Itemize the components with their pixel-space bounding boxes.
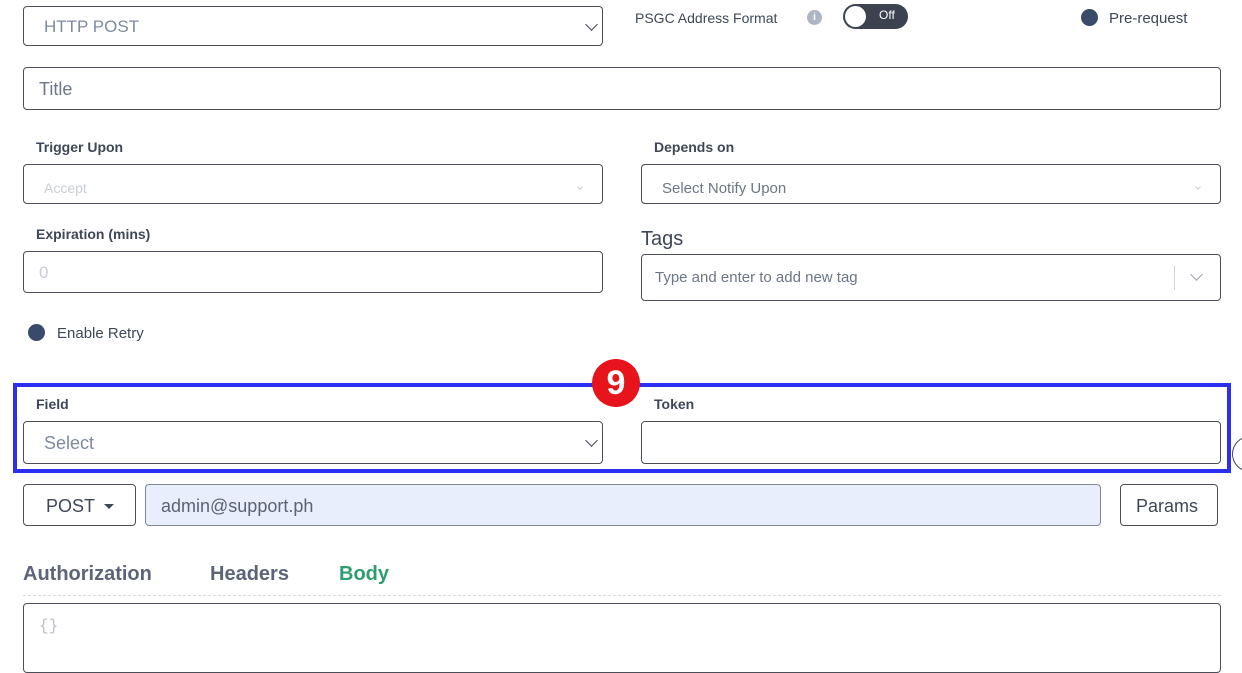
- trigger-upon-value: Accept: [44, 180, 87, 196]
- title-input[interactable]: Title: [23, 67, 1221, 110]
- request-method-value: POST: [46, 496, 96, 516]
- params-label: Params: [1136, 496, 1199, 516]
- title-placeholder: Title: [39, 79, 73, 99]
- toggle-state-label: Off: [879, 8, 895, 22]
- depends-on-value: Select Notify Upon: [662, 180, 787, 197]
- params-button[interactable]: Params: [1120, 484, 1218, 526]
- callout-badge: 9: [592, 359, 640, 407]
- tab-body[interactable]: Body: [339, 563, 389, 586]
- tab-authorization[interactable]: Authorization: [23, 563, 152, 586]
- depends-on-label: Depends on: [654, 139, 735, 155]
- tags-placeholder: Type and enter to add new tag: [655, 269, 858, 286]
- http-method-value: HTTP POST: [44, 17, 140, 36]
- token-input[interactable]: [641, 421, 1221, 464]
- pre-request-label: Pre-request: [1109, 10, 1188, 27]
- tags-input[interactable]: Type and enter to add new tag: [641, 254, 1221, 301]
- pre-request-radio[interactable]: [1081, 9, 1098, 26]
- request-url-value: admin@support.ph: [161, 496, 314, 516]
- info-icon: i: [807, 10, 822, 25]
- tags-label: Tags: [641, 228, 684, 250]
- chevron-down-icon[interactable]: [1190, 268, 1203, 281]
- tabs-divider: [23, 595, 1221, 596]
- field-label: Field: [36, 396, 69, 412]
- body-editor-content: {}: [39, 617, 59, 635]
- expiration-placeholder: 0: [39, 263, 49, 282]
- field-select-value: Select: [44, 433, 95, 453]
- tab-headers[interactable]: Headers: [210, 563, 289, 586]
- chevron-down-icon: [585, 18, 598, 31]
- http-method-select[interactable]: HTTP POST: [23, 6, 603, 46]
- request-url-input[interactable]: admin@support.ph: [145, 484, 1101, 526]
- chevron-down-icon: [1195, 184, 1201, 190]
- trigger-upon-select[interactable]: Accept: [23, 164, 603, 204]
- toggle-knob: [845, 6, 866, 27]
- depends-on-select[interactable]: Select Notify Upon: [641, 164, 1221, 204]
- field-select[interactable]: Select: [23, 421, 603, 464]
- tags-separator: [1174, 266, 1175, 290]
- chevron-down-icon: [585, 434, 598, 447]
- enable-retry-radio[interactable]: [28, 324, 45, 341]
- token-label: Token: [654, 396, 695, 412]
- edge-circle-icon: [1232, 436, 1242, 472]
- psgc-label: PSGC Address Format: [635, 10, 778, 26]
- chevron-down-icon: [577, 184, 583, 190]
- enable-retry-label: Enable Retry: [57, 325, 144, 342]
- trigger-upon-label: Trigger Upon: [36, 139, 124, 155]
- expiration-input[interactable]: 0: [23, 251, 603, 293]
- psgc-toggle[interactable]: Off: [843, 4, 908, 29]
- body-editor[interactable]: {}: [23, 603, 1221, 673]
- request-method-dropdown[interactable]: POST: [23, 484, 136, 526]
- caret-down-icon: [104, 504, 114, 509]
- expiration-label: Expiration (mins): [36, 226, 151, 242]
